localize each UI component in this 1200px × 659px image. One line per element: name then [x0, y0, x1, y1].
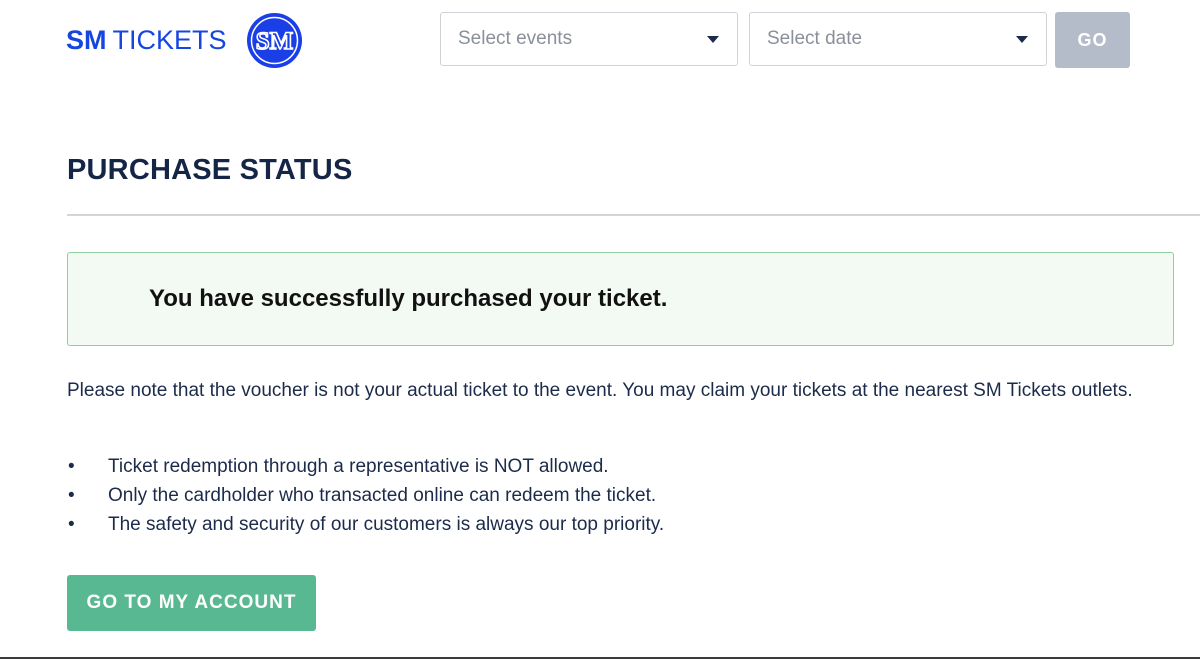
caret-down-icon: [707, 36, 719, 43]
page: SM TICKETS SM Select events Select date G…: [0, 0, 1200, 659]
go-to-my-account-button[interactable]: GO TO MY ACCOUNT: [67, 575, 316, 631]
select-date-dropdown[interactable]: Select date: [749, 12, 1047, 66]
logo-tickets-text: TICKETS: [112, 24, 227, 55]
list-item: Ticket redemption through a representati…: [67, 452, 664, 481]
sm-logo-icon: SM: [246, 12, 302, 68]
success-alert: You have successfully purchased your tic…: [67, 252, 1174, 346]
caret-down-icon: [1016, 36, 1028, 43]
logo-sm-text: SM: [66, 24, 107, 55]
voucher-note: Please note that the voucher is not your…: [67, 380, 1133, 401]
page-title: PURCHASE STATUS: [67, 154, 353, 186]
logo-badge-letters: SM: [255, 28, 293, 55]
redemption-rules-list: Ticket redemption through a representati…: [67, 452, 664, 539]
title-divider: [67, 214, 1200, 216]
logo-wordmark: SM TICKETS: [66, 25, 227, 56]
go-button[interactable]: GO: [1055, 12, 1130, 68]
sm-logo-badge-graphic: SM: [250, 16, 298, 64]
select-date-value: Select date: [767, 28, 863, 49]
list-item: Only the cardholder who transacted onlin…: [67, 481, 664, 510]
sm-tickets-logo[interactable]: SM TICKETS SM: [66, 12, 302, 68]
success-message: You have successfully purchased your tic…: [149, 285, 668, 312]
list-item: The safety and security of our customers…: [67, 510, 664, 539]
select-events-value: Select events: [458, 28, 573, 49]
select-events-dropdown[interactable]: Select events: [440, 12, 738, 66]
